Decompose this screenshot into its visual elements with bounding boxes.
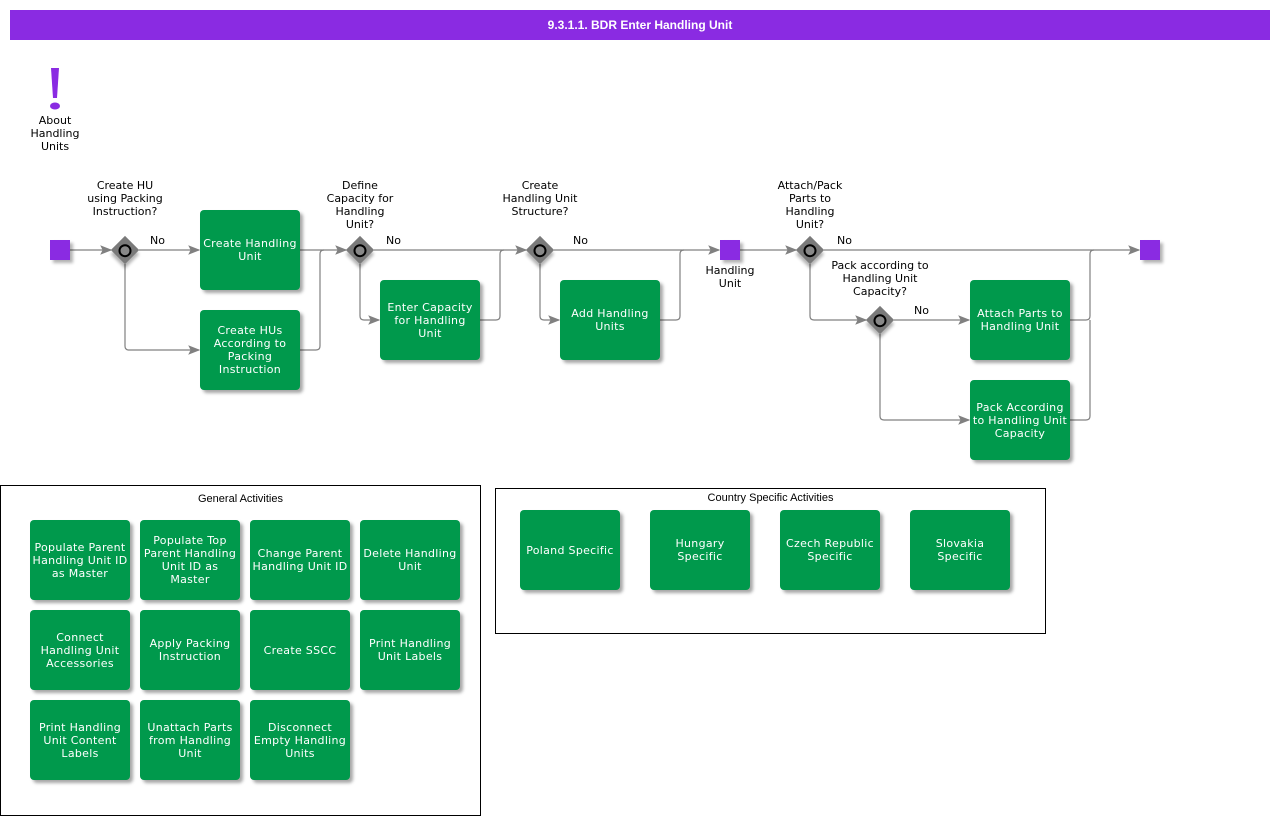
country-activity-tile[interactable]: Slovakia Specific [910,510,1010,590]
flow-a6-end [1070,320,1091,421]
end-event[interactable] [1140,240,1160,260]
flow-a4-event [660,249,685,321]
general-activity-tile[interactable]: Apply Packing Instruction [140,610,240,690]
activity-create-hus-packing-instruction[interactable]: Create HUs According to Packing Instruct… [200,310,300,390]
flow-a5-end [1070,249,1095,321]
start-event[interactable] [50,240,70,260]
gateway-create-hu-question: Create HU using Packing Instruction? [87,179,163,218]
general-activity-tile[interactable]: Disconnect Empty Handling Units [250,700,350,780]
gateway-define-capacity-no: No [386,234,401,247]
activity-pack-capacity[interactable]: Pack According to Handling Unit Capacity [970,380,1070,460]
general-activities-title: General Activities [198,493,283,505]
activity-create-handling-unit[interactable]: Create Handling Unit [200,210,300,290]
general-activity-tile[interactable]: Connect Handling Unit Accessories [30,610,130,690]
general-activity-tile[interactable]: Create SSCC [250,610,350,690]
general-activity-tile[interactable]: Change Parent Handling Unit ID [250,520,350,600]
gateway-pack-capacity-no: No [914,304,929,317]
flow-g5-a6 [879,334,971,425]
general-activity-tile[interactable]: Delete Handling Unit [360,520,460,600]
activity-add-handling-units[interactable]: Add Handling Units [560,280,660,360]
gateway-hu-structure-no: No [573,234,588,247]
country-activities-title: Country Specific Activities [707,492,834,504]
gateway-create-hu-no: No [150,234,165,247]
gateway-attach-pack-question: Attach/Pack Parts to Handling Unit? [777,179,843,231]
gateway-attach-pack-no: No [837,234,852,247]
flow-g1-a2 [124,264,201,355]
activity-attach-parts[interactable]: Attach Parts to Handling Unit [970,280,1070,360]
general-activity-tile[interactable]: Print Handling Unit Labels [360,610,460,690]
flow-a3-g3 [480,249,505,321]
country-activity-tile[interactable]: Czech Republic Specific [780,510,880,590]
flow-g2-a3 [359,264,381,325]
activity-enter-capacity[interactable]: Enter Capacity for Handling Unit [380,280,480,360]
gateway-pack-capacity-question: Pack according to Handling Unit Capacity… [831,259,929,298]
country-activity-tile[interactable]: Poland Specific [520,510,620,590]
flow-a2-g2 [300,249,325,351]
handling-unit-event-label: Handling Unit [705,264,755,290]
flow-g3-a4 [539,264,561,325]
gateway-hu-structure-question: Create Handling Unit Structure? [502,179,578,218]
general-activity-tile[interactable]: Populate Parent Handling Unit ID as Mast… [30,520,130,600]
general-activity-tile[interactable]: Unattach Parts from Handling Unit [140,700,240,780]
general-activity-tile[interactable]: Populate Top Parent Handling Unit ID as … [140,520,240,600]
gateway-define-capacity-question: Define Capacity for Handling Unit? [326,179,394,231]
country-activity-tile[interactable]: Hungary Specific [650,510,750,590]
handling-unit-event[interactable] [720,240,740,260]
general-activity-tile[interactable]: Print Handling Unit Content Labels [30,700,130,780]
